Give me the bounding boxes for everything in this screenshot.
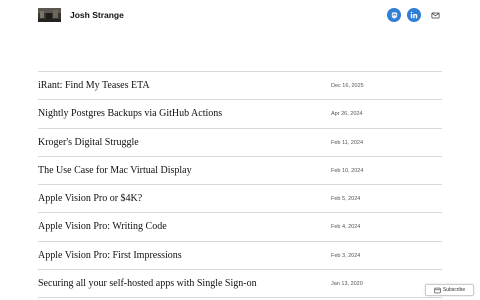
post-row[interactable]: Kroger's Digital Struggle Feb 11, 2024: [38, 129, 442, 157]
post-title[interactable]: Nightly Postgres Backups via GitHub Acti…: [38, 108, 222, 119]
post-row[interactable]: The Use Case for Mac Virtual Display Feb…: [38, 157, 442, 186]
post-date: Feb 10, 2024: [331, 167, 364, 174]
post-list: iRant: Find My Teases ETA Dec 16, 2025 N…: [38, 71, 442, 299]
mail-link[interactable]: [428, 8, 442, 22]
post-row[interactable]: Securing all your self-hosted apps with …: [38, 270, 442, 299]
post-row[interactable]: Nightly Postgres Backups via GitHub Acti…: [38, 100, 442, 129]
site-logo-image: [38, 8, 61, 22]
mail-icon: [431, 12, 439, 18]
post-title[interactable]: Apple Vision Pro: Writing Code: [38, 221, 167, 232]
post-row[interactable]: Apple Vision Pro or $4K? Feb 5, 2024: [38, 185, 442, 214]
reader-icon: [434, 287, 441, 293]
post-row[interactable]: Apple Vision Pro: Writing Code Feb 4, 20…: [38, 213, 442, 242]
post-date: Feb 11, 2024: [331, 139, 364, 146]
mastodon-link[interactable]: [387, 8, 401, 22]
post-row[interactable]: Apple Vision Pro: First Impressions Feb …: [38, 242, 442, 271]
post-title[interactable]: The Use Case for Mac Virtual Display: [38, 165, 192, 176]
post-date: Feb 3, 2024: [331, 252, 361, 259]
post-title[interactable]: Kroger's Digital Struggle: [38, 137, 139, 148]
site-header: Josh Strange: [0, 0, 480, 32]
post-date: Apr 26, 2024: [331, 111, 363, 118]
post-title[interactable]: Apple Vision Pro or $4K?: [38, 193, 142, 204]
post-title[interactable]: iRant: Find My Teases ETA: [38, 80, 150, 91]
linkedin-icon: [410, 11, 418, 19]
post-title[interactable]: Securing all your self-hosted apps with …: [38, 278, 257, 289]
post-title[interactable]: Apple Vision Pro: First Impressions: [38, 250, 182, 261]
linkedin-link[interactable]: [407, 8, 421, 22]
post-date: Jan 13, 2020: [331, 281, 363, 288]
site-title[interactable]: Josh Strange: [70, 10, 124, 20]
subscribe-button[interactable]: Subscribe: [425, 284, 474, 296]
site-logo[interactable]: [38, 8, 61, 22]
subscribe-label: Subscribe: [442, 287, 466, 293]
post-row[interactable]: iRant: Find My Teases ETA Dec 16, 2025: [38, 72, 442, 101]
mastodon-icon: [391, 11, 397, 19]
post-date: Dec 16, 2025: [331, 83, 364, 89]
post-date: Feb 5, 2024: [331, 196, 361, 203]
post-date: Feb 4, 2024: [331, 224, 361, 231]
